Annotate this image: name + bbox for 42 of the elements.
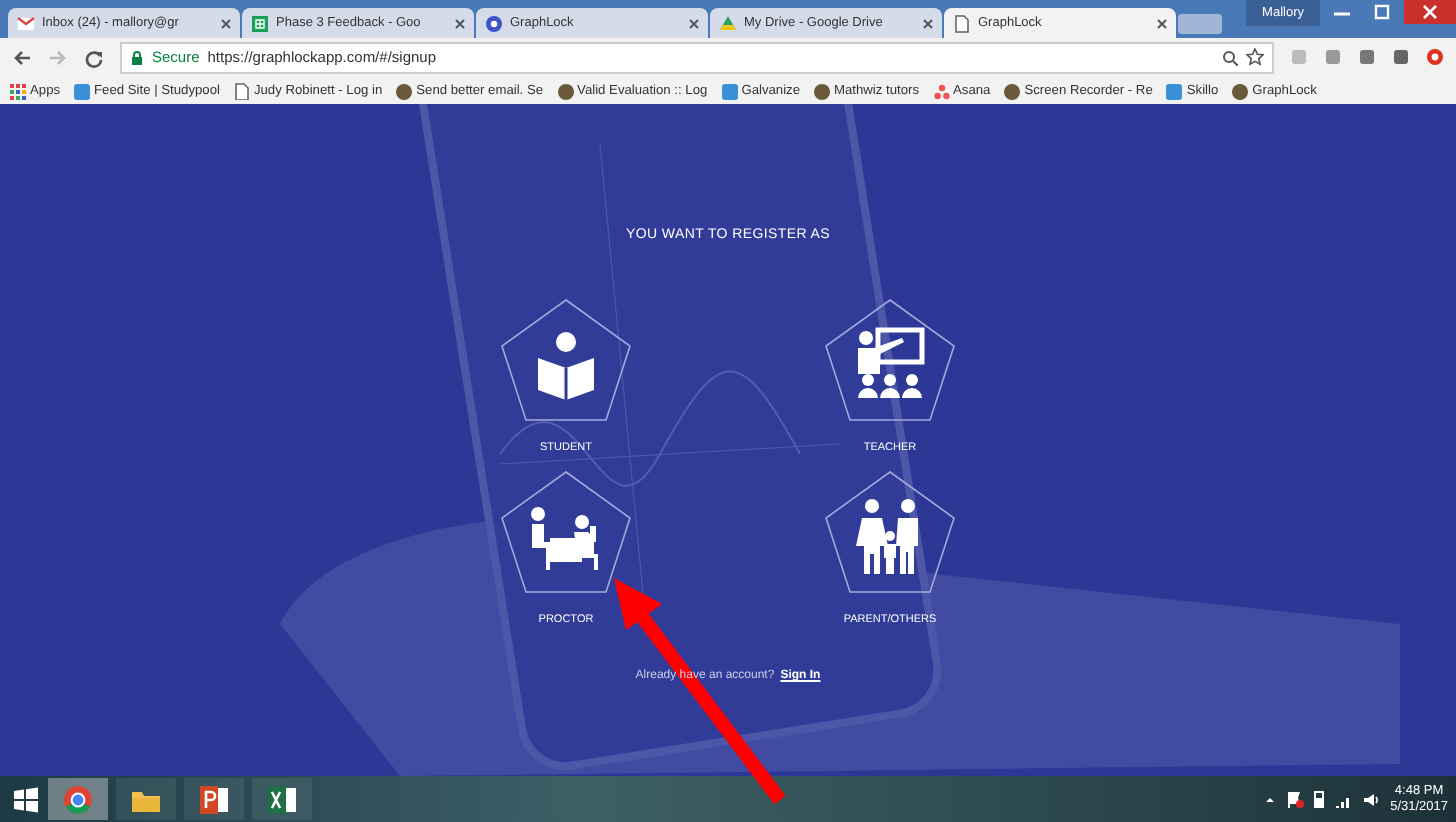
close-icon[interactable] — [1156, 17, 1168, 29]
round-logo-icon — [812, 81, 831, 99]
spreadsheet-app-icon — [266, 783, 298, 815]
round-logo-icon — [394, 81, 413, 99]
close-icon[interactable] — [688, 17, 700, 29]
taskbar-app-button[interactable] — [252, 778, 312, 820]
close-icon[interactable] — [220, 17, 232, 29]
apps-grid-icon — [8, 81, 26, 99]
flag-icon[interactable] — [1286, 790, 1305, 808]
pentagon-outline-icon — [500, 298, 632, 422]
windows-logo-icon[interactable] — [12, 785, 40, 813]
spreadsheet-icon — [250, 13, 270, 33]
reload-icon[interactable] — [84, 47, 104, 67]
square-logo-icon — [72, 81, 91, 99]
triangle-icon — [718, 13, 738, 33]
taskbar-app-button[interactable] — [184, 778, 244, 820]
three-dots-icon — [931, 81, 950, 99]
taskbar-app-button[interactable] — [48, 778, 108, 820]
chrome-logo-icon — [62, 783, 94, 815]
round-logo-icon — [1002, 81, 1021, 99]
close-icon[interactable] — [1404, 0, 1456, 24]
document-icon — [952, 13, 972, 33]
pentagon-outline-icon — [824, 470, 956, 594]
close-icon[interactable] — [454, 17, 466, 29]
caret-up-icon[interactable] — [1264, 793, 1277, 805]
round-logo-icon — [555, 81, 574, 99]
battery-icon[interactable] — [1314, 790, 1325, 808]
round-logo-icon — [1230, 81, 1249, 99]
pentagon-outline-icon — [824, 298, 956, 422]
document-icon — [231, 81, 250, 99]
taskbar-app-button[interactable] — [116, 778, 176, 820]
close-icon[interactable] — [922, 17, 934, 29]
star-icon[interactable] — [1246, 48, 1264, 66]
square-logo-icon — [1164, 81, 1183, 99]
back-arrow-icon[interactable] — [12, 47, 32, 67]
lock-icon — [130, 49, 144, 65]
pentagon-outline-icon — [500, 470, 632, 594]
mail-icon — [16, 13, 36, 33]
zoom-icon[interactable] — [1222, 49, 1238, 65]
speaker-icon[interactable] — [1362, 791, 1381, 807]
square-logo-icon — [719, 81, 738, 99]
presentation-app-icon — [198, 783, 230, 815]
